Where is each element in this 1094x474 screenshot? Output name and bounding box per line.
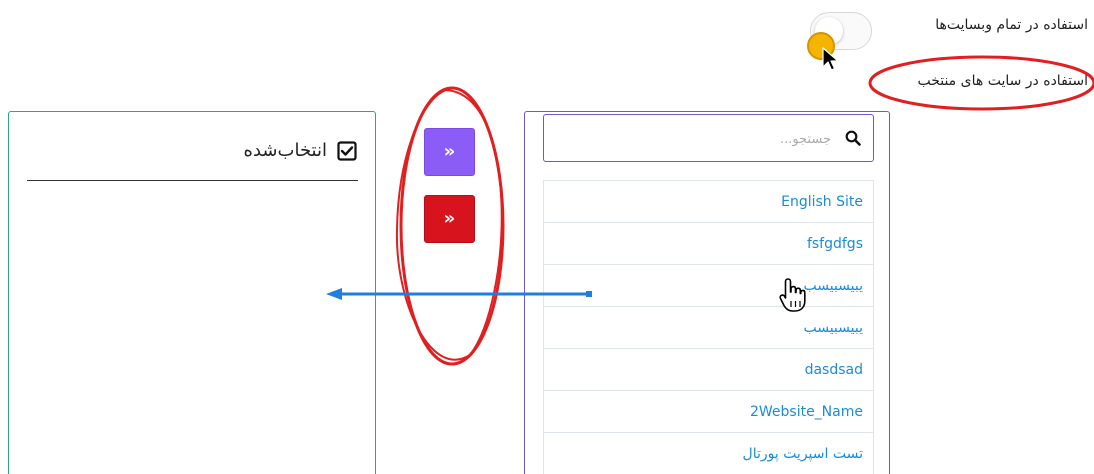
- selected-panel-title: انتخاب‌شده: [243, 140, 327, 161]
- add-selected-button[interactable]: »: [424, 128, 475, 176]
- source-panel: English Site fsfgdfgs یبیسبیسب یبیسبیسب …: [524, 111, 890, 474]
- add-all-button[interactable]: »: [424, 195, 475, 243]
- use-selected-sites-label[interactable]: استفاده در سایت های منتخب: [917, 73, 1088, 89]
- selected-panel: انتخاب‌شده: [8, 111, 376, 474]
- divider: [27, 180, 358, 181]
- search-input[interactable]: [579, 125, 833, 153]
- hand-pointer-icon: [779, 278, 806, 312]
- source-list: English Site fsfgdfgs یبیسبیسب یبیسبیسب …: [543, 180, 874, 474]
- checkbox-checked-icon: [337, 140, 357, 161]
- search-box: [543, 114, 874, 162]
- transfer-page: استفاده در تمام وبسایت‌ها استفاده در سای…: [0, 0, 1094, 474]
- list-item[interactable]: یبیسبیسب: [543, 307, 874, 349]
- search-icon[interactable]: [845, 130, 861, 146]
- selected-panel-header: انتخاب‌شده: [244, 140, 357, 161]
- list-item[interactable]: English Site: [543, 181, 874, 223]
- list-item[interactable]: dasdsad: [543, 349, 874, 391]
- list-item[interactable]: 2Website_Name: [543, 391, 874, 433]
- arrow-cursor-icon: [822, 47, 839, 71]
- list-item[interactable]: تست اسپریت پورتال: [543, 433, 874, 474]
- list-item[interactable]: fsfgdfgs: [543, 223, 874, 265]
- list-item[interactable]: یبیسبیسب: [543, 265, 874, 307]
- double-chevron-icon: »: [443, 141, 456, 162]
- use-all-sites-label: استفاده در تمام وبسایت‌ها: [935, 17, 1088, 33]
- double-chevron-icon: »: [443, 208, 456, 229]
